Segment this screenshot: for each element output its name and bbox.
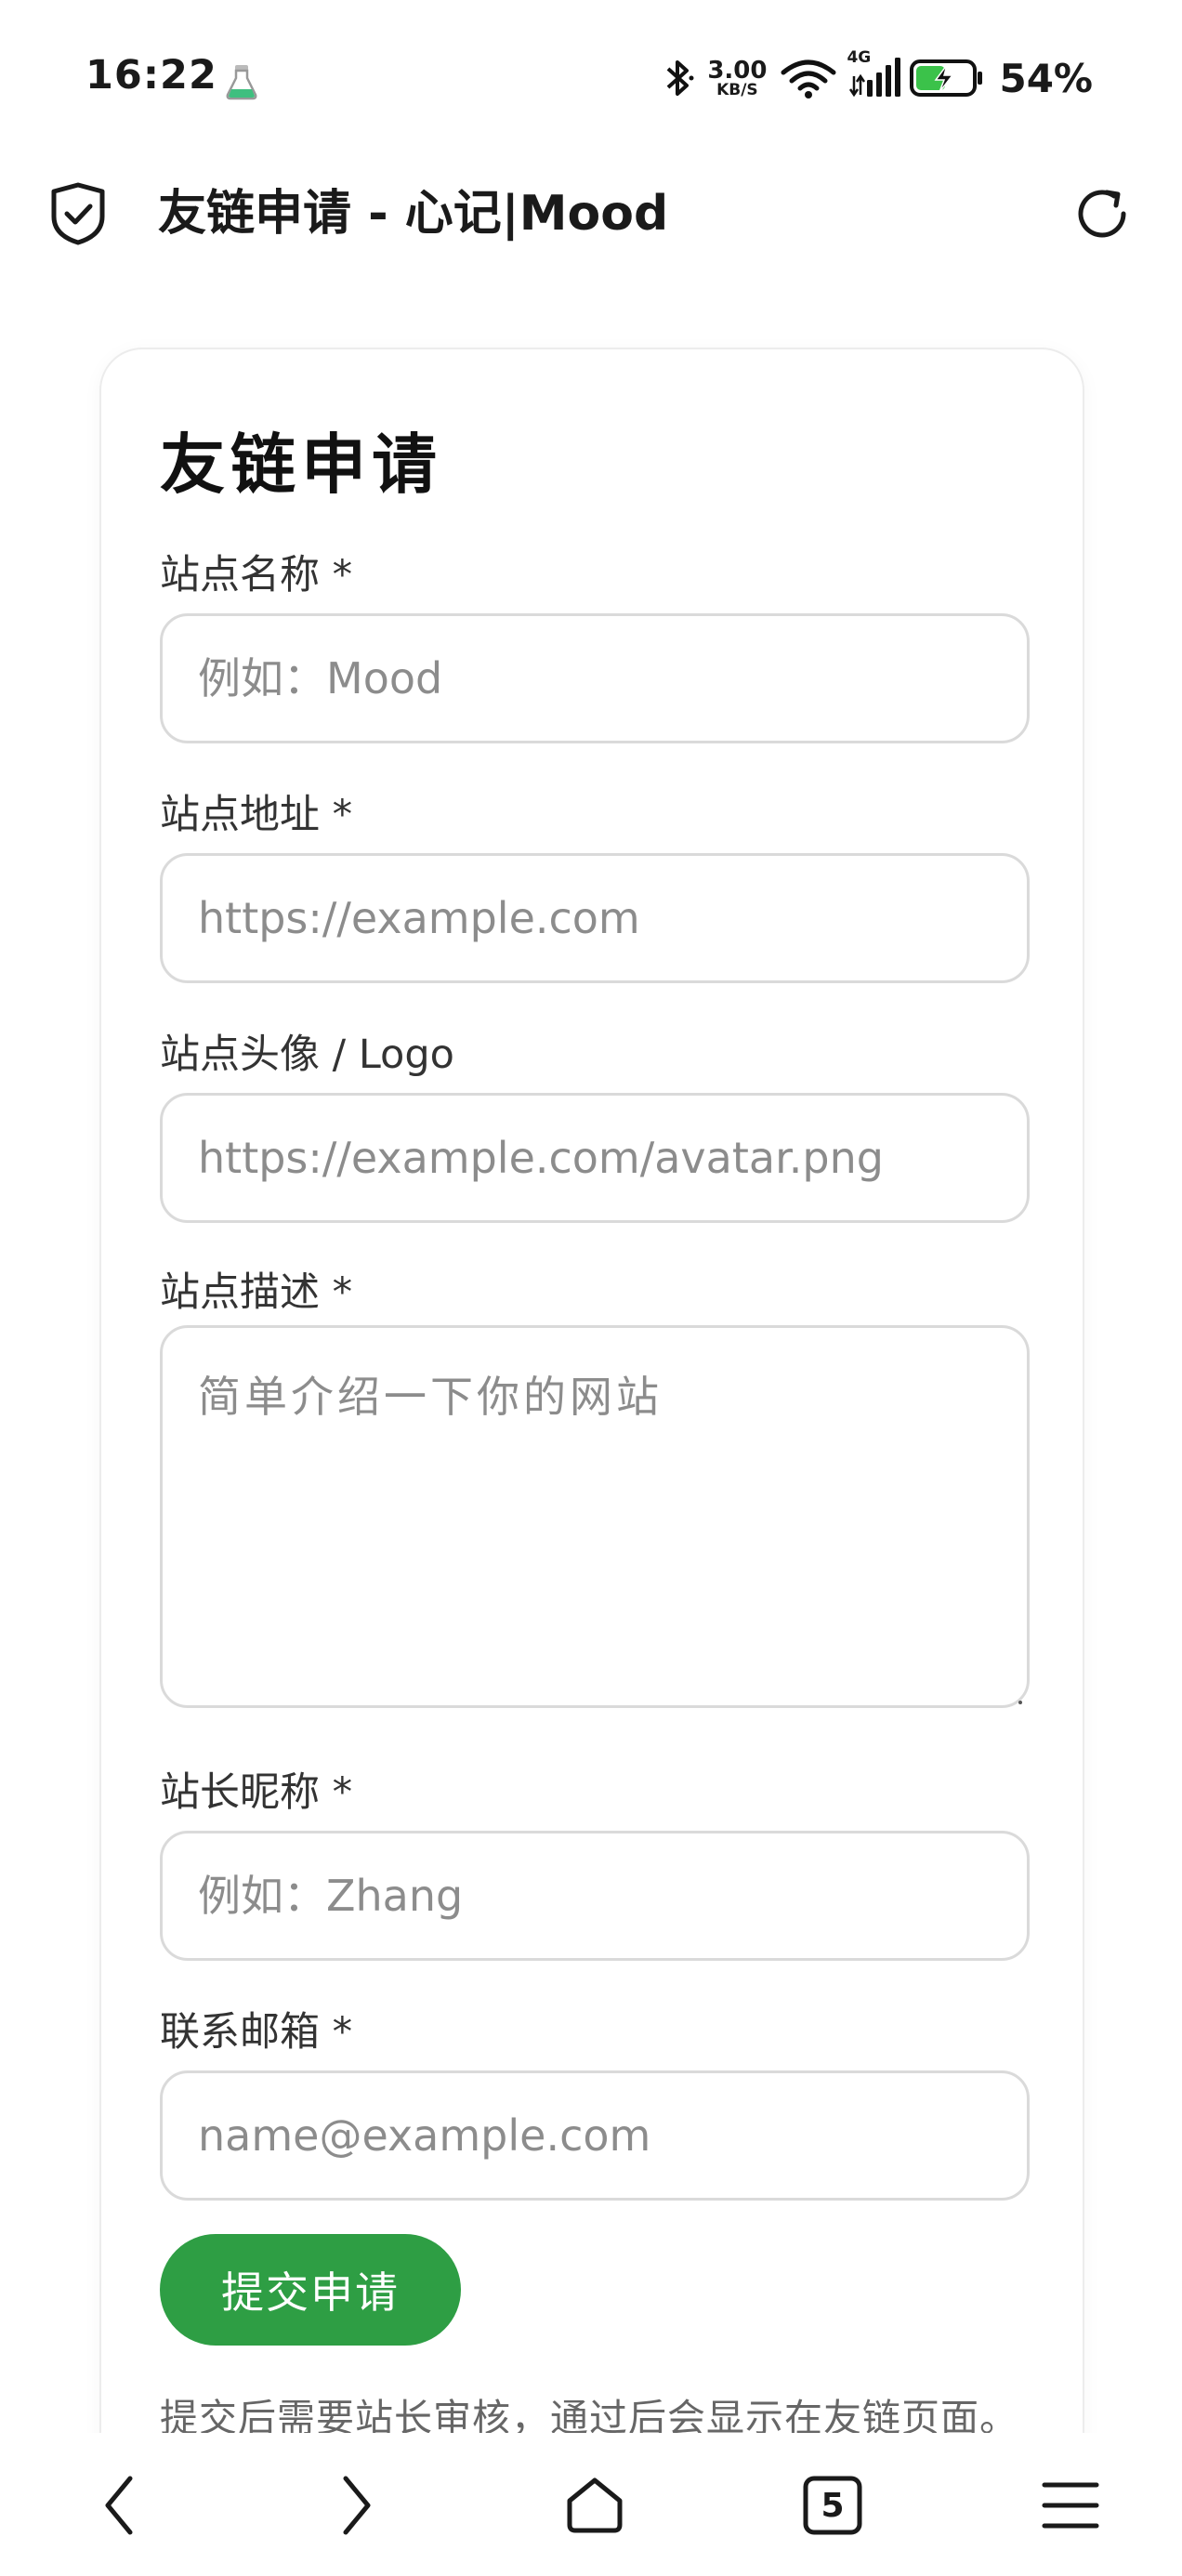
status-bar: 16:22 3.00 KB/S 4G 54% [0, 0, 1182, 158]
site-name-input[interactable] [160, 613, 1030, 743]
page-title: 友链申请 - 心记|Mood [158, 186, 669, 242]
battery-percent: 54% [999, 55, 1093, 101]
browser-title-bar: 友链申请 - 心记|Mood [0, 158, 1182, 269]
contact-email-input[interactable] [160, 2070, 1030, 2201]
submit-button[interactable]: 提交申请 [160, 2234, 461, 2346]
site-url-label: 站点地址 * [160, 792, 353, 838]
chevron-right-icon[interactable] [312, 2461, 401, 2550]
bluetooth-icon [663, 57, 694, 99]
menu-icon[interactable] [1026, 2461, 1115, 2550]
status-time: 16:22 [85, 52, 217, 99]
owner-nickname-input[interactable] [160, 1831, 1030, 1961]
site-logo-input[interactable] [160, 1093, 1030, 1223]
form-heading: 友链申请 [160, 426, 442, 503]
status-indicators: 3.00 KB/S 4G 54% [663, 48, 1093, 108]
cellular-label: 4G [847, 48, 872, 67]
net-speed-unit: KB/S [716, 80, 758, 99]
site-logo-label: 站点头像 / Logo [160, 1032, 454, 1078]
shield-check-icon[interactable] [45, 178, 112, 249]
site-desc-textarea[interactable] [160, 1325, 1030, 1708]
flask-icon [221, 61, 262, 102]
site-desc-label: 站点描述 * [160, 1269, 353, 1316]
contact-email-label: 联系邮箱 * [160, 2009, 353, 2056]
bottom-nav: 5 [0, 2433, 1182, 2576]
net-speed: 3.00 KB/S [707, 59, 767, 99]
signal-icon: 4G [847, 48, 901, 100]
chevron-left-icon[interactable] [74, 2461, 164, 2550]
reload-icon[interactable] [1067, 178, 1137, 249]
battery-charging-icon [910, 58, 984, 99]
site-url-input[interactable] [160, 853, 1030, 983]
owner-nickname-label: 站长昵称 * [160, 1769, 353, 1816]
site-name-label: 站点名称 * [160, 552, 353, 598]
wifi-icon [780, 58, 837, 99]
tabs-count: 5 [821, 2487, 844, 2525]
tabs-icon: 5 [803, 2476, 862, 2535]
textarea-resize-handle[interactable] [1018, 1701, 1022, 1704]
home-icon[interactable] [550, 2461, 639, 2550]
net-speed-value: 3.00 [707, 56, 768, 85]
tabs-button[interactable]: 5 [788, 2461, 877, 2550]
